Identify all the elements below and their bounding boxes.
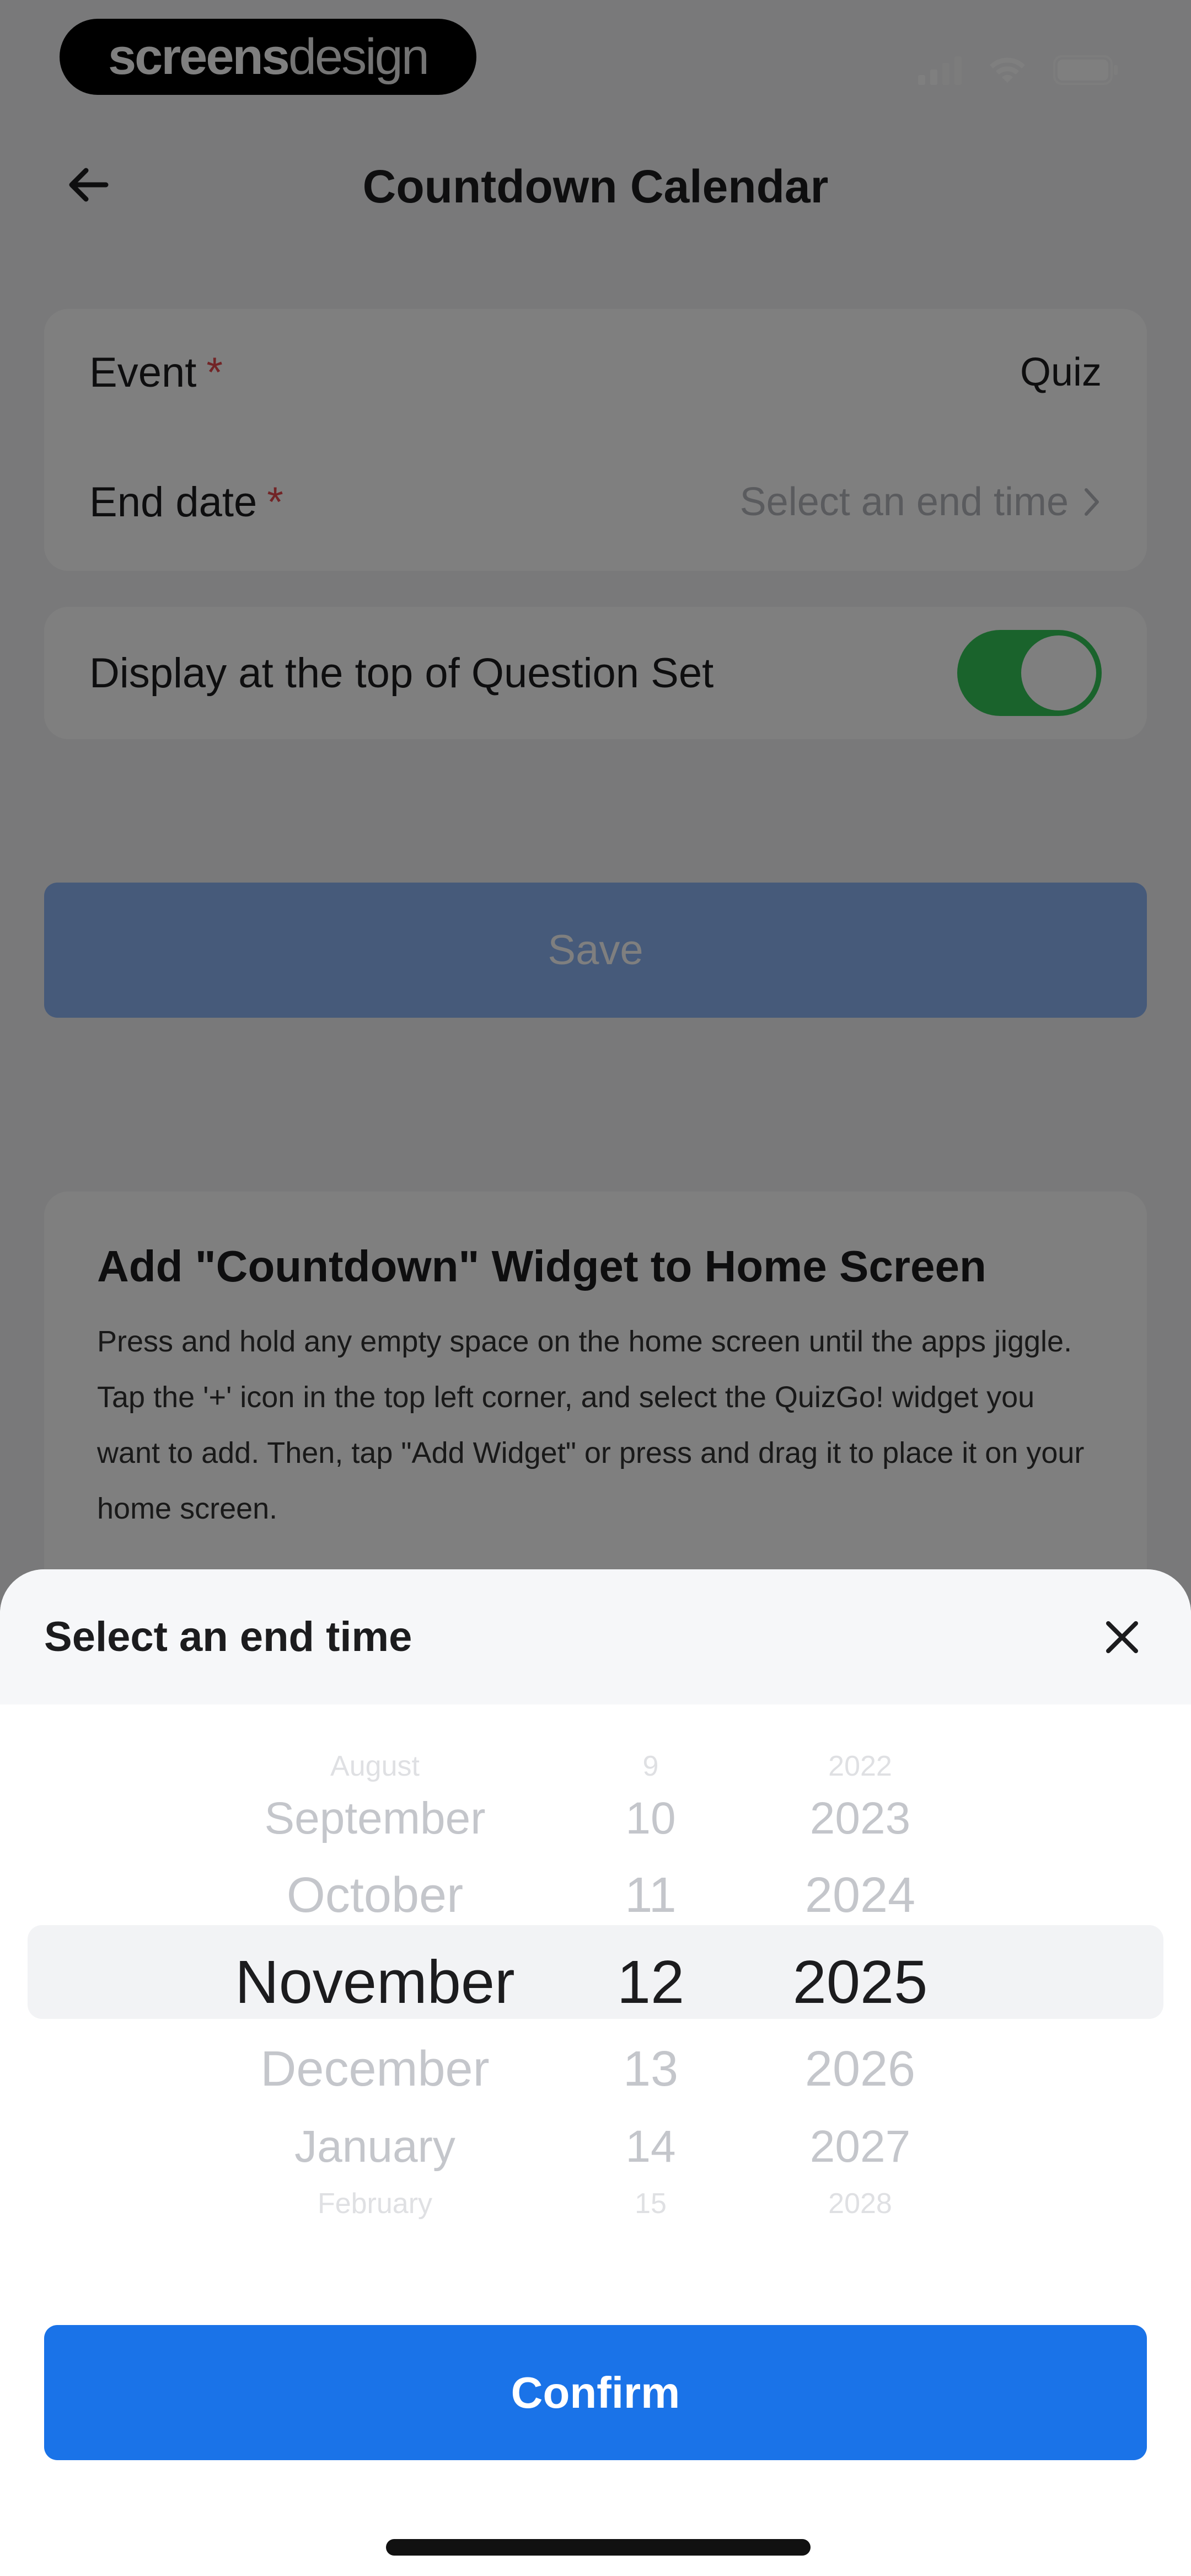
month-option[interactable]: February xyxy=(182,2187,568,2220)
month-wheel[interactable]: August September October November Decemb… xyxy=(182,1750,568,2220)
month-option[interactable]: August xyxy=(182,1750,568,1783)
day-wheel[interactable]: 9 10 11 12 13 14 15 xyxy=(596,1750,706,2220)
day-option[interactable]: 10 xyxy=(596,1793,706,1845)
month-option[interactable]: October xyxy=(182,1867,568,1924)
month-option[interactable]: January xyxy=(182,2121,568,2173)
home-indicator xyxy=(386,2539,811,2556)
month-option[interactable]: December xyxy=(182,2041,568,2098)
month-option-selected[interactable]: November xyxy=(182,1947,568,2017)
day-option[interactable]: 13 xyxy=(596,2041,706,2098)
end-time-bottom-sheet: Select an end time August September Octo… xyxy=(0,1569,1191,2576)
year-option[interactable]: 2024 xyxy=(761,1867,959,1924)
confirm-button[interactable]: Confirm xyxy=(44,2325,1147,2460)
date-picker[interactable]: August September October November Decemb… xyxy=(0,1750,1191,2220)
day-option[interactable]: 11 xyxy=(596,1867,706,1924)
sheet-title: Select an end time xyxy=(44,1613,412,1660)
day-option[interactable]: 14 xyxy=(596,2121,706,2173)
sheet-header: Select an end time xyxy=(0,1569,1191,1704)
year-option[interactable]: 2026 xyxy=(761,2041,959,2098)
day-option[interactable]: 9 xyxy=(596,1750,706,1783)
day-option-selected[interactable]: 12 xyxy=(596,1947,706,2017)
year-option[interactable]: 2028 xyxy=(761,2187,959,2220)
month-option[interactable]: September xyxy=(182,1793,568,1845)
year-option[interactable]: 2022 xyxy=(761,1750,959,1783)
year-option-selected[interactable]: 2025 xyxy=(761,1947,959,2017)
year-option[interactable]: 2027 xyxy=(761,2121,959,2173)
year-option[interactable]: 2023 xyxy=(761,1793,959,1845)
close-icon[interactable] xyxy=(1097,1612,1147,1662)
day-option[interactable]: 15 xyxy=(596,2187,706,2220)
year-wheel[interactable]: 2022 2023 2024 2025 2026 2027 2028 xyxy=(761,1750,959,2220)
